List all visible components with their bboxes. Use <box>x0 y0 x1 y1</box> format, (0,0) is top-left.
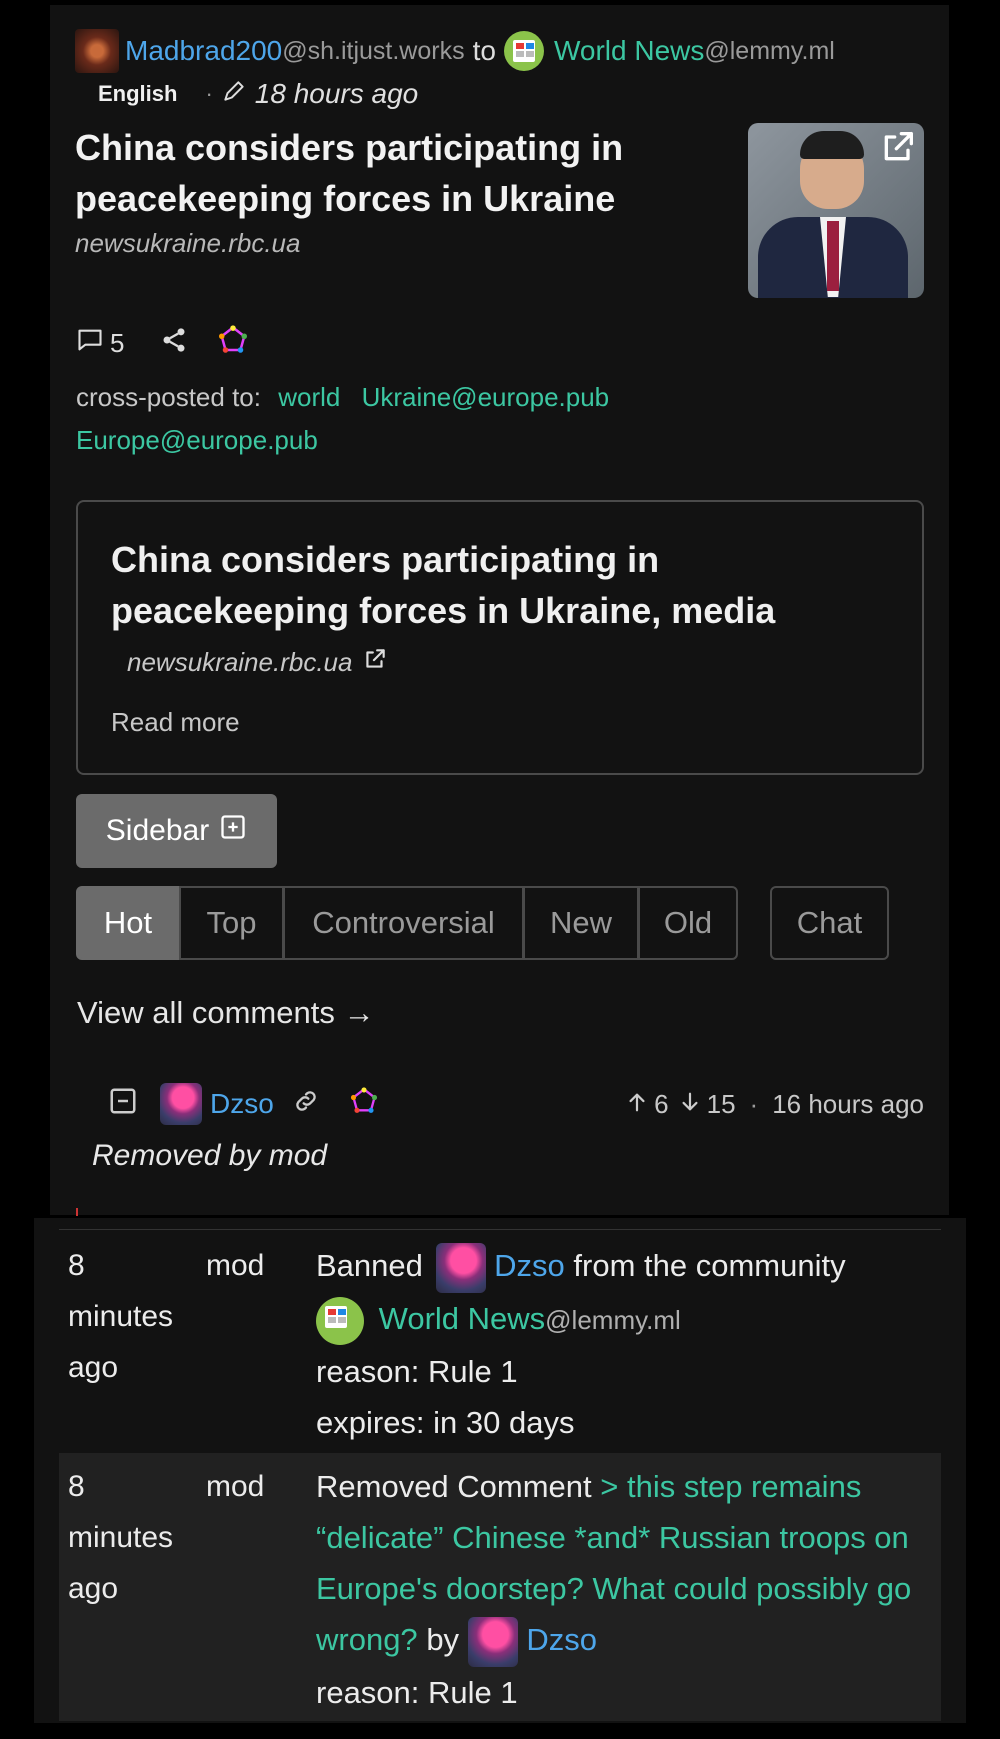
embed-domain[interactable]: newsukraine.rbc.ua <box>127 647 352 678</box>
post-header: Madbrad200 @sh.itjust.works to World New… <box>75 29 835 73</box>
modlog-community-instance: @lemmy.ml <box>545 1304 681 1335</box>
commenter-avatar[interactable] <box>160 1083 202 1125</box>
link-embed-card: China considers participating in peaceke… <box>76 500 924 775</box>
thumbnail-tie <box>827 221 839 291</box>
language-badge: English <box>98 81 178 106</box>
removed-user-link[interactable]: Dzso <box>526 1622 597 1657</box>
downvote-arrow-icon[interactable] <box>679 1089 701 1120</box>
read-more-link[interactable]: Read more <box>111 707 240 738</box>
post-title[interactable]: China considers participating in peaceke… <box>75 122 695 224</box>
modlog-mod: mod <box>206 1470 265 1503</box>
comment-body: Removed by mod <box>92 1139 328 1172</box>
post-author-instance: @sh.itjust.works <box>282 36 465 65</box>
crosspost-europe[interactable]: Europe@europe.pub <box>76 425 318 455</box>
post-thumbnail[interactable] <box>748 123 924 298</box>
modlog-row-removal: 8 minutes ago mod Removed Comment > this… <box>59 1453 941 1721</box>
modlog-mod: mod <box>206 1249 265 1282</box>
post-author-link[interactable]: Madbrad200 <box>125 35 282 67</box>
user-avatar[interactable] <box>75 29 119 73</box>
crosspost-world[interactable]: world <box>278 382 340 412</box>
share-icon[interactable] <box>160 326 188 361</box>
fediverse-icon[interactable] <box>218 324 248 362</box>
post-meta: English · 18 hours ago <box>98 76 418 112</box>
crosspost-list: cross-posted to: world Ukraine@europe.pu… <box>76 376 856 462</box>
banned-user-avatar[interactable] <box>435 1242 486 1293</box>
crosspost-ukraine[interactable]: Ukraine@europe.pub <box>362 382 610 412</box>
modlog-community-icon[interactable] <box>316 1296 364 1345</box>
thread-line <box>76 1208 78 1216</box>
embed-title[interactable]: China considers participating in peaceke… <box>111 534 871 636</box>
modlog-community-link[interactable]: World News <box>379 1301 546 1336</box>
comment-time: 16 hours ago <box>772 1088 924 1119</box>
modlog-action: Removed Comment <box>316 1469 592 1504</box>
tab-hot[interactable]: Hot <box>76 886 180 960</box>
meta-separator: · <box>205 81 213 106</box>
embed-external-link-icon[interactable] <box>362 646 388 679</box>
modlog-description: Banned Dzso from the community World New… <box>316 1240 926 1448</box>
comment-score-row: 6 15 · 16 hours ago <box>598 1082 924 1126</box>
post-community-instance: @lemmy.ml <box>704 36 835 65</box>
modlog-expires: expires: in 30 days <box>316 1404 575 1440</box>
view-all-comments-link[interactable]: View all comments → <box>77 995 374 1031</box>
plus-square-icon <box>219 813 247 849</box>
post-actions: 5 <box>76 323 248 363</box>
modlog-row-ban: 8 minutes ago mod Banned Dzso from the c… <box>59 1230 941 1452</box>
tab-old[interactable]: Old <box>638 886 738 960</box>
embed-domain-row: newsukraine.rbc.ua <box>127 646 388 679</box>
post-community-link[interactable]: World News <box>554 35 704 67</box>
comment-icon[interactable] <box>76 326 104 361</box>
modlog-when: 8 minutes ago <box>68 1249 174 1384</box>
modlog-reason: reason: Rule 1 <box>316 1353 518 1389</box>
modlog-by: by <box>426 1622 460 1657</box>
modlog-action: Banned <box>316 1248 423 1283</box>
sidebar-button-label: Sidebar <box>105 814 210 847</box>
post-domain[interactable]: newsukraine.rbc.ua <box>75 228 300 259</box>
edited-pencil-icon <box>221 78 247 110</box>
upvote-count: 6 <box>654 1088 669 1119</box>
modlog-when: 8 minutes ago <box>68 1470 174 1605</box>
modlog-description: Removed Comment > this step remains “del… <box>316 1461 936 1718</box>
collapse-icon[interactable] <box>108 1086 138 1123</box>
thumbnail-hair <box>800 131 864 159</box>
upvote-arrow-icon[interactable] <box>626 1089 648 1120</box>
modlog-mid-text: from the community <box>573 1248 846 1283</box>
community-icon[interactable] <box>503 31 544 71</box>
comment-fediverse-icon[interactable] <box>350 1086 378 1122</box>
banned-user-link[interactable]: Dzso <box>494 1248 565 1283</box>
tab-top[interactable]: Top <box>179 886 284 960</box>
removed-user-avatar[interactable] <box>467 1616 518 1667</box>
sidebar-button[interactable]: Sidebar <box>76 794 277 868</box>
comment-count[interactable]: 5 <box>110 328 124 359</box>
permalink-icon[interactable] <box>292 1087 320 1122</box>
external-link-icon[interactable] <box>878 127 918 172</box>
tab-chat[interactable]: Chat <box>770 886 889 960</box>
downvote-count: 15 <box>706 1088 736 1119</box>
to-word: to <box>472 35 496 66</box>
tab-controversial[interactable]: Controversial <box>283 886 524 960</box>
comment-header: Dzso <box>108 1082 378 1126</box>
commenter-name[interactable]: Dzso <box>210 1088 274 1120</box>
post-time: 18 hours ago <box>254 78 419 109</box>
tab-new[interactable]: New <box>523 886 639 960</box>
modlog-reason: reason: Rule 1 <box>316 1674 518 1710</box>
score-separator: · <box>749 1088 759 1119</box>
crosspost-label: cross-posted to: <box>76 382 261 412</box>
